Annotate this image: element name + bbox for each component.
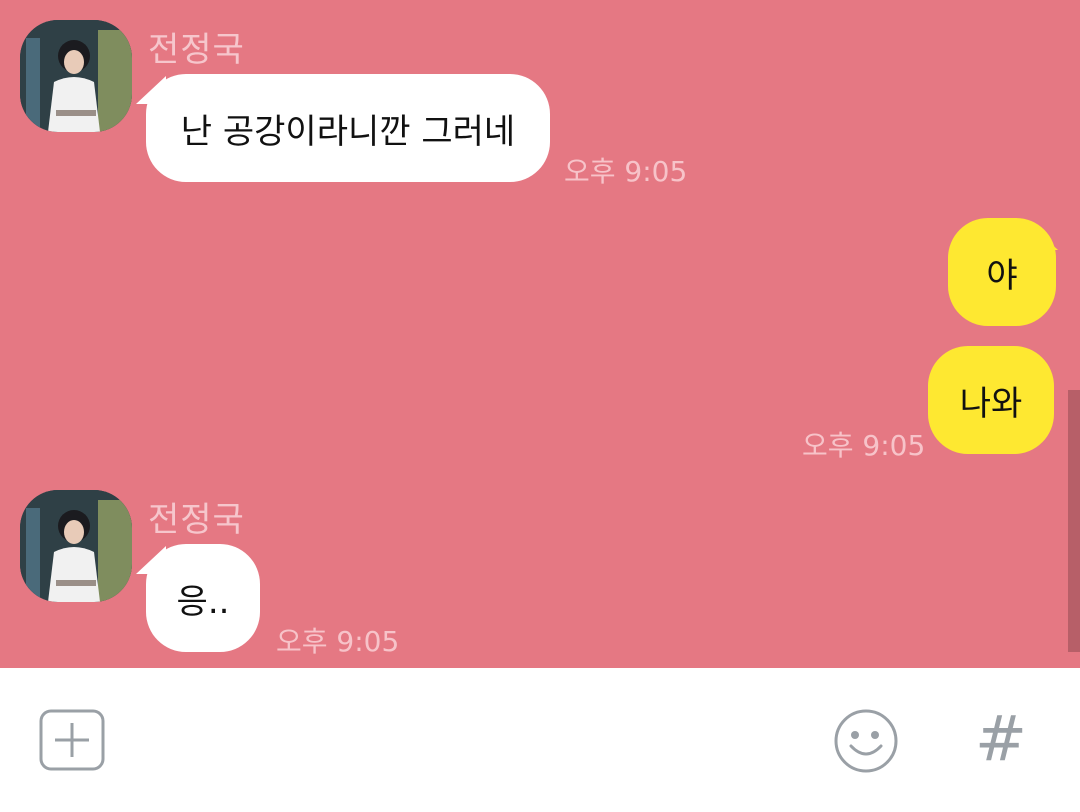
message-time: 오후 9:05 bbox=[802, 429, 926, 462]
message-text: 나와 bbox=[959, 383, 1023, 424]
sender-name: 전정국 bbox=[148, 500, 245, 540]
message-time: 오후 9:05 bbox=[276, 625, 400, 658]
scrollbar[interactable] bbox=[1068, 390, 1080, 652]
message-bubble[interactable]: 응.. bbox=[146, 544, 260, 652]
chat-area[interactable]: 전정국 난 공강이라니깐 그러네 오후 9:05 야 오후 9:05 나와 전정… bbox=[0, 0, 1080, 668]
message-bubble[interactable]: 야 bbox=[948, 218, 1056, 326]
attach-button[interactable] bbox=[38, 708, 106, 772]
message-bubble[interactable]: 난 공강이라니깐 그러네 bbox=[146, 74, 550, 182]
avatar[interactable] bbox=[20, 490, 132, 602]
message-time: 오후 9:05 bbox=[564, 155, 688, 188]
message-text: 난 공강이라니깐 그러네 bbox=[180, 111, 516, 152]
message-text: 응.. bbox=[176, 581, 230, 622]
profile-photo bbox=[20, 490, 132, 602]
sender-name: 전정국 bbox=[148, 30, 245, 70]
message-bubble[interactable]: 나와 bbox=[928, 346, 1054, 454]
message-text: 야 bbox=[986, 255, 1018, 296]
plus-square-icon bbox=[39, 709, 105, 771]
input-bar: # bbox=[0, 668, 1080, 812]
smiley-icon bbox=[834, 709, 898, 773]
avatar[interactable] bbox=[20, 20, 132, 132]
profile-photo bbox=[20, 20, 132, 132]
emoji-button[interactable] bbox=[832, 708, 900, 774]
hashtag-button[interactable]: # bbox=[966, 704, 1036, 774]
hashtag-icon: # bbox=[975, 702, 1027, 775]
